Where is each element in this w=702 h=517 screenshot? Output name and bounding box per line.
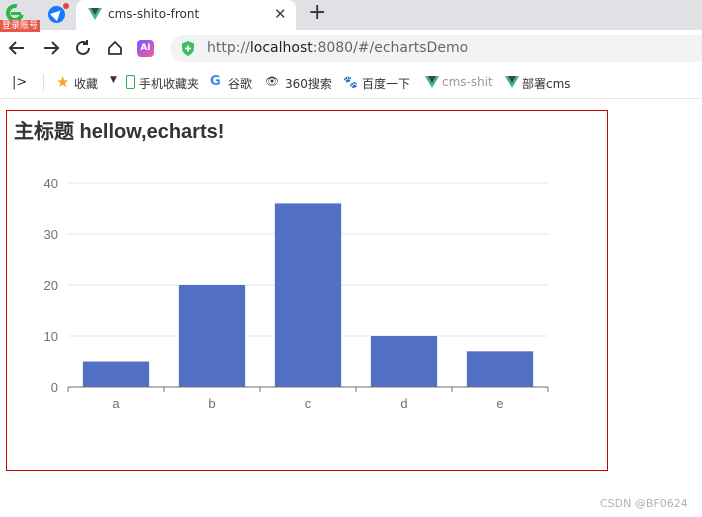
bookmark-360-search[interactable]: 👁 360搜索: [265, 74, 335, 92]
google-icon: G: [210, 74, 221, 89]
bookmark-mobile-favorites[interactable]: 手机收藏夹: [124, 74, 204, 92]
tab-strip: 登录账号 cms-shito-front ✕ +: [0, 0, 702, 32]
bookmark-baidu[interactable]: 🐾 百度一下: [343, 74, 415, 92]
bookmark-cms-shito[interactable]: cms-shit: [424, 74, 494, 92]
x-tick-label: d: [400, 396, 407, 411]
url-text[interactable]: http://localhost:8080/#/echartsDemo: [207, 40, 468, 56]
bookmark-google[interactable]: G 谷歌: [210, 74, 258, 92]
y-tick-label: 0: [51, 380, 58, 395]
vue-icon: [88, 8, 102, 20]
bookmarks-bar: |> ★ 收藏 ▼ 手机收藏夹 G 谷歌 👁 360搜索 🐾 百度一下 cms-…: [0, 66, 702, 99]
back-button[interactable]: [6, 37, 28, 59]
bar-a: [82, 361, 150, 387]
ai-assistant-icon[interactable]: AI: [137, 40, 154, 57]
navigation-app-icon[interactable]: [46, 3, 69, 25]
address-bar[interactable]: http://localhost:8080/#/echartsDemo: [170, 35, 702, 62]
eye-icon: 👁: [265, 75, 279, 88]
bar-b: [178, 285, 246, 387]
bookmarks-divider: [43, 74, 44, 91]
y-tick-label: 10: [44, 329, 58, 344]
new-tab-button[interactable]: +: [308, 2, 326, 24]
chevron-down-icon[interactable]: ▼: [110, 75, 117, 85]
vue-icon: [425, 76, 439, 88]
tab-active[interactable]: cms-shito-front ✕: [76, 0, 296, 30]
bookmark-deploy-cms[interactable]: 部署cms: [504, 74, 574, 92]
x-tick-label: a: [112, 396, 120, 411]
x-tick-label: c: [305, 396, 312, 411]
x-tick-label: b: [208, 396, 215, 411]
bar-c: [274, 203, 342, 387]
forward-button[interactable]: [40, 37, 62, 59]
shield-icon[interactable]: [181, 41, 195, 56]
star-icon: ★: [56, 73, 70, 91]
phone-icon: [126, 75, 135, 89]
bookmark-favorites[interactable]: ★ 收藏 ▼: [56, 74, 120, 92]
tab-title: cms-shito-front: [108, 7, 200, 21]
login-badge[interactable]: 登录账号: [0, 20, 41, 32]
bar-e: [466, 351, 534, 387]
y-tick-label: 40: [44, 176, 58, 191]
close-tab-icon[interactable]: ✕: [274, 5, 287, 23]
watermark: CSDN @BF0624: [600, 497, 688, 510]
chart-container: 主标题 hellow,echarts! 0 10 20 30 40 a b c d e: [6, 110, 608, 471]
vue-icon: [505, 76, 519, 88]
y-tick-label: 30: [44, 227, 58, 242]
home-button[interactable]: [104, 37, 126, 59]
navigation-bar: AI http://localhost:8080/#/echartsDemo: [0, 30, 702, 66]
bar-chart: 0 10 20 30 40 a b c d e: [44, 176, 549, 411]
y-tick-label: 20: [44, 278, 58, 293]
baidu-paw-icon: 🐾: [343, 75, 358, 89]
x-tick-label: e: [496, 396, 503, 411]
sidebar-toggle-icon[interactable]: |>: [12, 75, 27, 90]
reload-button[interactable]: [72, 37, 94, 59]
bar-d: [370, 336, 438, 387]
